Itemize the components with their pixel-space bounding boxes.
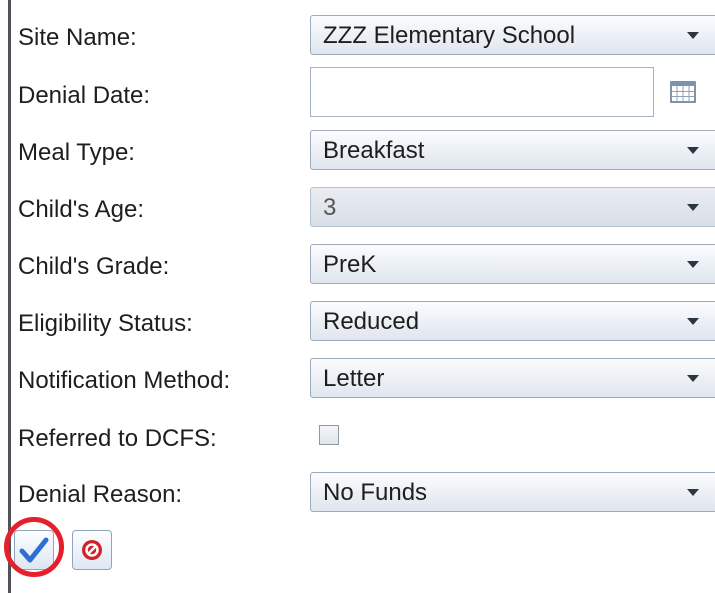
denial-reason-dropdown[interactable]: No Funds (310, 472, 715, 512)
cancel-icon (82, 540, 102, 560)
notification-method-label: Notification Method: (18, 367, 231, 394)
chevron-down-icon (687, 204, 699, 211)
meal-type-value: Breakfast (323, 137, 425, 164)
denial-reason-value: No Funds (323, 479, 428, 506)
denial-reason-label: Denial Reason: (18, 481, 183, 508)
referred-to-dcfs-checkbox[interactable] (319, 425, 339, 445)
referred-to-dcfs-label: Referred to DCFS: (18, 425, 217, 452)
chevron-down-icon (687, 375, 699, 382)
site-name-dropdown[interactable]: ZZZ Elementary School (310, 15, 715, 55)
childs-age-label: Child's Age: (18, 196, 144, 223)
highlight-circle (4, 517, 64, 577)
eligibility-status-label: Eligibility Status: (18, 310, 193, 337)
calendar-button[interactable] (664, 72, 704, 112)
denial-date-input[interactable] (310, 67, 654, 117)
chevron-down-icon (687, 32, 699, 39)
childs-age-dropdown[interactable]: 3 (310, 187, 715, 227)
chevron-down-icon (687, 261, 699, 268)
site-name-value: ZZZ Elementary School (323, 22, 576, 49)
eligibility-status-dropdown[interactable]: Reduced (310, 301, 715, 341)
notification-method-dropdown[interactable]: Letter (310, 358, 715, 398)
childs-age-value: 3 (323, 194, 337, 221)
calendar-icon (670, 81, 696, 103)
childs-grade-value: PreK (323, 251, 377, 278)
site-name-label: Site Name: (18, 24, 137, 51)
eligibility-status-value: Reduced (323, 308, 420, 335)
chevron-down-icon (687, 147, 699, 154)
childs-grade-dropdown[interactable]: PreK (310, 244, 715, 284)
panel-left-border (8, 0, 11, 593)
chevron-down-icon (687, 318, 699, 325)
meal-type-dropdown[interactable]: Breakfast (310, 130, 715, 170)
childs-grade-label: Child's Grade: (18, 253, 170, 280)
meal-type-label: Meal Type: (18, 139, 135, 166)
notification-method-value: Letter (323, 365, 385, 392)
cancel-button[interactable] (72, 530, 112, 570)
denial-date-label: Denial Date: (18, 82, 151, 109)
chevron-down-icon (687, 489, 699, 496)
